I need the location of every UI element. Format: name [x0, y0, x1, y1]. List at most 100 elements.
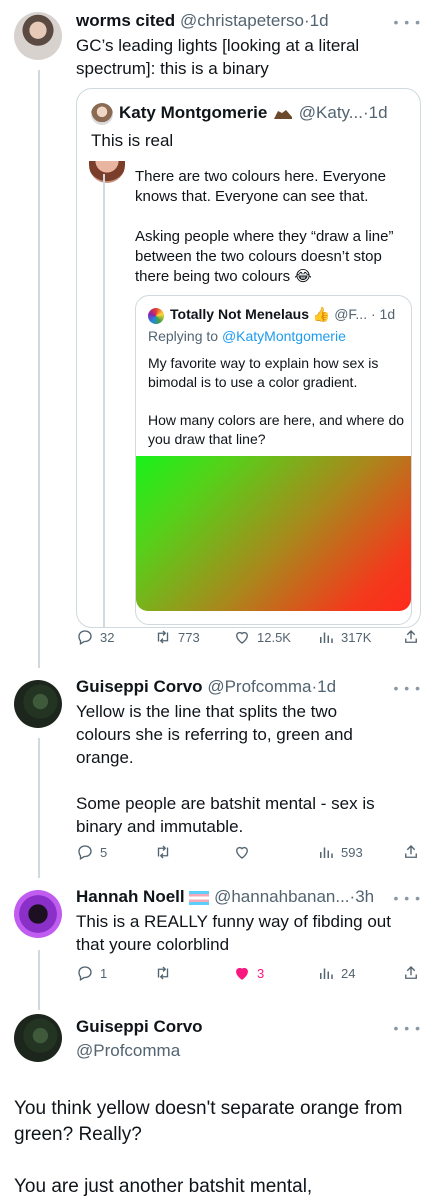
retweet-button[interactable] — [154, 964, 172, 982]
like-count: 3 — [257, 965, 265, 981]
user-handle: @Katy... — [298, 103, 363, 122]
views-icon — [320, 968, 333, 979]
avatar — [91, 103, 113, 125]
share-icon — [405, 845, 417, 858]
nested-quote-tweet[interactable]: Totally Not Menelaus 👍 @F... · 1d Replyi… — [135, 295, 412, 625]
like-icon — [236, 846, 248, 859]
display-name[interactable]: worms cited — [76, 11, 175, 30]
display-name: Totally Not Menelaus — [170, 306, 309, 322]
retweet-button[interactable] — [154, 843, 172, 861]
view-count: 317K — [341, 629, 372, 645]
tweet-actions: 1 3 24 — [76, 964, 421, 986]
quoted-tweet-text: There are two colours here. Everyone kno… — [135, 168, 394, 285]
reply-count: 5 — [100, 844, 108, 860]
retweet-icon — [157, 630, 169, 644]
tweet[interactable]: Hannah Noell @hannahbanan...·3h • • • Th… — [76, 886, 425, 956]
nested-tweet-text: My favorite way to explain how sex is bi… — [148, 355, 405, 447]
display-name[interactable]: Guiseppi Corvo — [76, 1016, 425, 1038]
retweet-count: 773 — [178, 629, 200, 645]
timestamp[interactable]: 1d — [317, 677, 336, 696]
tweet[interactable]: worms cited @christapeterso·1d • • • GC’… — [76, 10, 425, 80]
thread-line — [38, 950, 40, 1010]
quote-tweet[interactable]: Katy Montgomerie @Katy...·1d This is rea… — [76, 88, 421, 628]
like-icon — [236, 631, 248, 644]
timestamp[interactable]: 1d — [310, 11, 329, 30]
quote-header: Katy Montgomerie @Katy...·1d — [119, 103, 388, 123]
share-button[interactable] — [402, 628, 420, 646]
tweet[interactable]: Guiseppi Corvo @Profcomma·1d • • • Yello… — [76, 676, 425, 838]
reply-button[interactable]: 5 — [76, 843, 107, 861]
gradient-image[interactable] — [136, 456, 411, 611]
retweet-button[interactable]: 773 — [154, 628, 200, 646]
display-name: Katy Montgomerie — [119, 103, 268, 122]
tweet-text: You think yellow doesn't separate orange… — [14, 1098, 403, 1197]
thread-line — [38, 70, 40, 668]
display-name[interactable]: Guiseppi Corvo — [76, 677, 203, 696]
tweet-text: Yellow is the line that splits the two c… — [76, 702, 375, 836]
share-icon — [405, 630, 417, 643]
tweet-text: GC’s leading lights [looking at a litera… — [76, 36, 360, 78]
views-icon — [320, 847, 333, 858]
thumbs-up-icon: 👍 — [312, 306, 331, 322]
user-handle: @F... — [334, 306, 368, 322]
view-count: 24 — [341, 965, 356, 981]
user-handle[interactable]: @christapeterso — [180, 11, 304, 30]
quote-text: This is real — [91, 131, 174, 150]
avatar[interactable] — [14, 1014, 62, 1062]
mention-link[interactable]: @KatyMontgomerie — [222, 328, 346, 344]
like-button[interactable]: 12.5K — [233, 628, 291, 646]
reply-button[interactable]: 32 — [76, 628, 114, 646]
reply-icon — [78, 966, 92, 981]
more-icon[interactable]: • • • — [394, 1020, 421, 1036]
thread-line — [38, 738, 40, 878]
tweet-header: Hannah Noell @hannahbanan...·3h — [76, 886, 425, 908]
share-icon — [405, 966, 417, 979]
views-button[interactable]: 24 — [317, 964, 355, 982]
thread-line — [103, 174, 105, 627]
like-button[interactable] — [233, 843, 251, 861]
tweet-actions: 32 773 12.5K 317K — [76, 628, 421, 650]
reply-count: 32 — [100, 629, 115, 645]
separator-dot: · — [370, 306, 376, 322]
reply-button[interactable]: 1 — [76, 964, 107, 982]
views-icon — [320, 632, 333, 643]
like-button[interactable]: 3 — [233, 964, 264, 982]
more-icon[interactable]: • • • — [394, 14, 421, 30]
retweet-icon — [157, 966, 169, 980]
tweet-header: worms cited @christapeterso·1d — [76, 10, 425, 32]
avatar[interactable] — [14, 12, 62, 60]
avatar — [89, 161, 125, 183]
retweet-icon — [157, 845, 169, 859]
like-count: 12.5K — [257, 629, 291, 645]
user-handle[interactable]: @hannahbanan... — [214, 887, 349, 906]
display-name[interactable]: Hannah Noell — [76, 887, 185, 906]
reply-count: 1 — [100, 965, 108, 981]
avatar[interactable] — [14, 890, 62, 938]
timestamp: 1d — [379, 306, 396, 322]
avatar — [148, 308, 164, 324]
trans-flag-icon — [189, 890, 210, 905]
replying-to: Replying to @KatyMontgomerie — [148, 328, 346, 344]
reply-icon — [78, 630, 92, 645]
views-button[interactable]: 593 — [317, 843, 363, 861]
view-count: 593 — [341, 844, 363, 860]
more-icon[interactable]: • • • — [394, 890, 421, 906]
tweet-author[interactable]: Guiseppi Corvo @Profcomma • • • — [76, 1016, 425, 1062]
user-handle[interactable]: @Profcomma — [207, 677, 311, 696]
reply-icon — [78, 845, 92, 860]
timestamp[interactable]: 3h — [355, 887, 374, 906]
tweet-text: This is a REALLY funny way of fibding ou… — [76, 912, 391, 954]
tweet-actions: 5 593 — [76, 843, 421, 865]
replying-to-label: Replying to — [148, 328, 222, 344]
user-handle[interactable]: @Profcomma — [76, 1040, 425, 1062]
tweet-header: Guiseppi Corvo @Profcomma·1d — [76, 676, 425, 698]
avatar[interactable] — [14, 680, 62, 728]
views-button[interactable]: 317K — [317, 628, 371, 646]
share-button[interactable] — [402, 843, 420, 861]
share-button[interactable] — [402, 964, 420, 982]
more-icon[interactable]: • • • — [394, 680, 421, 696]
quote-header: Totally Not Menelaus 👍 @F... · 1d — [170, 306, 395, 323]
boot-icon — [274, 109, 293, 119]
timestamp: 1d — [368, 103, 388, 122]
like-icon — [236, 967, 248, 980]
